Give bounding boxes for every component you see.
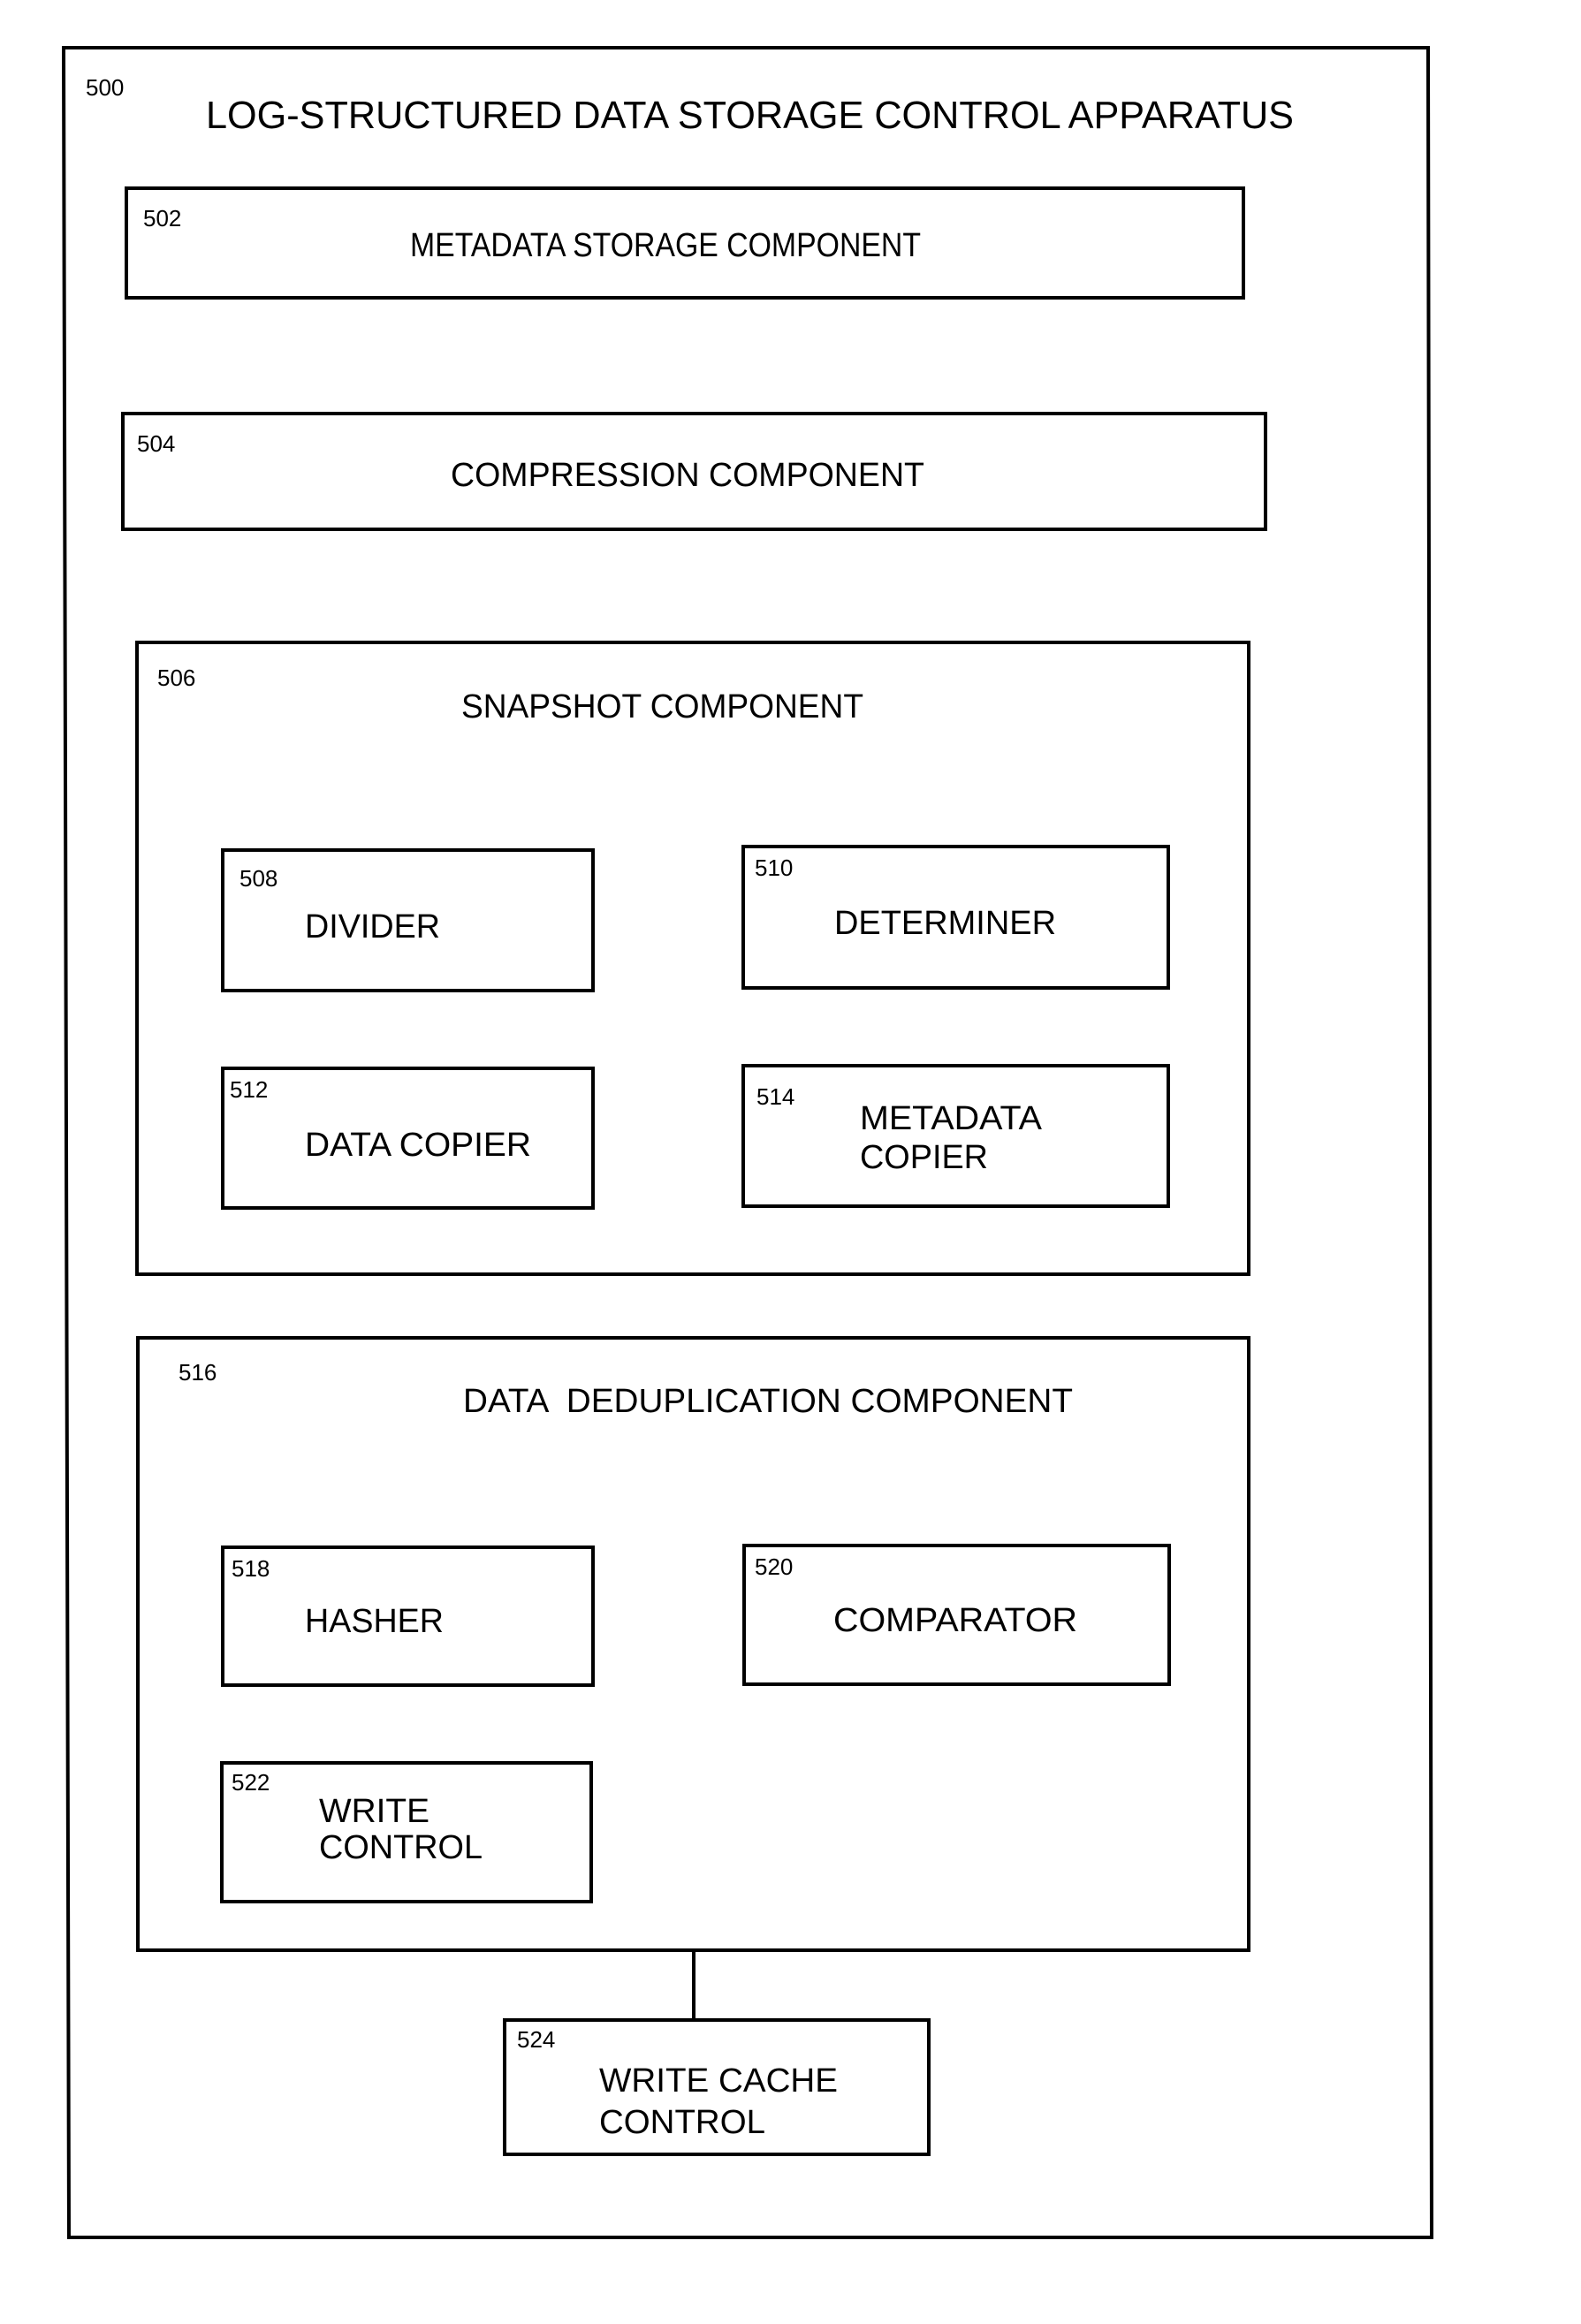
comparator-subcomponent: 520 COMPARATOR — [742, 1544, 1171, 1686]
subcomponent-label: HASHER — [305, 1603, 444, 1640]
determiner-subcomponent: 510 DETERMINER — [741, 845, 1170, 990]
subcomponent-label: DIVIDER — [305, 908, 440, 946]
component-label: DATA DEDUPLICATION COMPONENT — [463, 1383, 1073, 1420]
write-control-subcomponent: 522 WRITE CONTROL — [220, 1761, 593, 1903]
subcomponent-label-line-1: WRITE — [319, 1793, 429, 1830]
component-label: METADATA STORAGE COMPONENT — [410, 227, 921, 264]
ref-number: 524 — [517, 2026, 555, 2053]
ref-number: 522 — [232, 1769, 270, 1796]
ref-number: 502 — [143, 205, 181, 232]
ref-number: 500 — [86, 74, 124, 101]
subcomponent-label-line-2: COPIER — [860, 1139, 988, 1176]
metadata-storage-component: 502 METADATA STORAGE COMPONENT — [125, 186, 1245, 300]
subcomponent-label: DETERMINER — [834, 905, 1056, 942]
component-border — [136, 1336, 1250, 1952]
subcomponent-label-line-1: METADATA — [860, 1100, 1043, 1137]
apparatus-title: LOG-STRUCTURED DATA STORAGE CONTROL APPA… — [206, 94, 1294, 137]
component-label-line-2: CONTROL — [599, 2104, 765, 2141]
compression-component: 504 COMPRESSION COMPONENT — [121, 412, 1267, 531]
ref-number: 510 — [755, 854, 793, 881]
hasher-subcomponent: 518 HASHER — [221, 1546, 595, 1687]
subcomponent-label: DATA COPIER — [305, 1127, 531, 1164]
apparatus-500: 500 LOG-STRUCTURED DATA STORAGE CONTROL … — [61, 46, 1434, 2239]
subcomponent-label-line-2: CONTROL — [319, 1829, 483, 1866]
component-label-line-1: WRITE CACHE — [599, 2062, 838, 2100]
block-diagram: 500 LOG-STRUCTURED DATA STORAGE CONTROL … — [61, 46, 1434, 2239]
ref-number: 508 — [239, 865, 277, 892]
subcomponent-label: COMPARATOR — [833, 1602, 1077, 1639]
data-deduplication-component: 516 DATA DEDUPLICATION COMPONENT 518 HAS… — [136, 1336, 1250, 1952]
ref-number: 512 — [230, 1076, 268, 1103]
ref-number: 504 — [137, 430, 175, 457]
component-label: COMPRESSION COMPONENT — [451, 457, 924, 494]
write-cache-control-component: 524 WRITE CACHE CONTROL — [503, 2018, 931, 2156]
ref-number: 514 — [756, 1083, 794, 1110]
ref-number: 520 — [755, 1553, 793, 1580]
component-label: SNAPSHOT COMPONENT — [461, 688, 863, 725]
divider-subcomponent: 508 DIVIDER — [221, 848, 595, 992]
snapshot-component: 506 SNAPSHOT COMPONENT 508 DIVIDER 510 D… — [135, 641, 1250, 1276]
ref-number: 518 — [232, 1555, 270, 1582]
apparatus-border — [61, 46, 1434, 2239]
component-border — [135, 641, 1250, 1276]
data-copier-subcomponent: 512 DATA COPIER — [221, 1067, 595, 1210]
metadata-copier-subcomponent: 514 METADATA COPIER — [741, 1064, 1170, 1208]
ref-number: 516 — [179, 1359, 217, 1386]
ref-number: 506 — [157, 665, 195, 691]
